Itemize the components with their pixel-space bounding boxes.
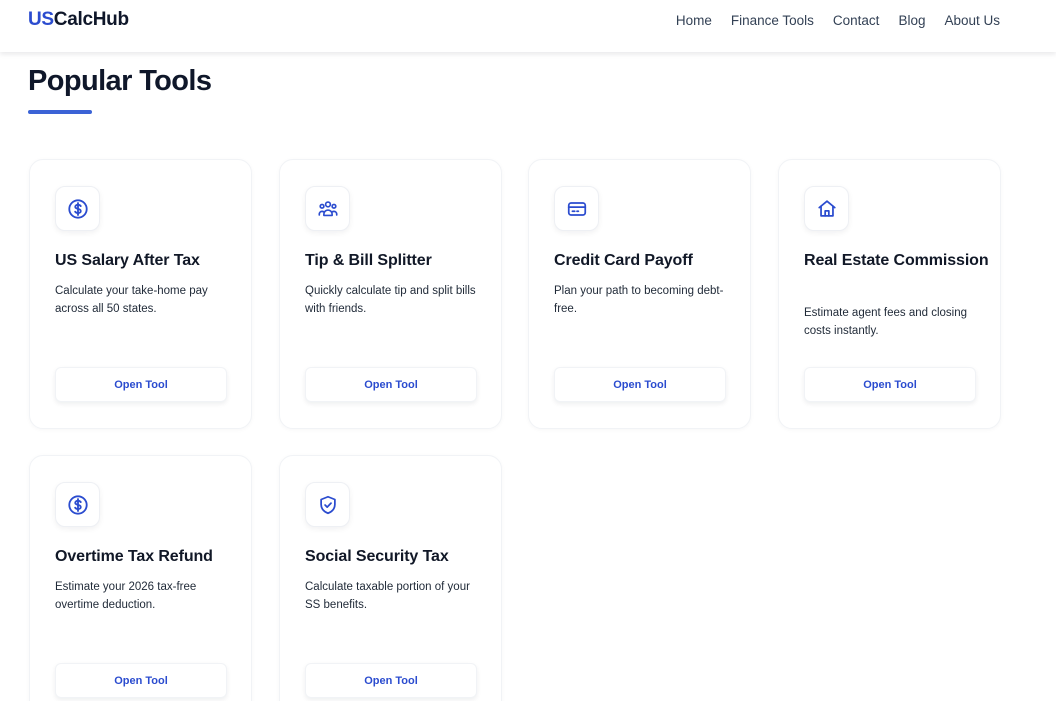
dollar-circle-icon bbox=[55, 482, 100, 527]
tool-title: Tip & Bill Splitter bbox=[305, 252, 432, 269]
open-tool-button[interactable]: Open Tool bbox=[305, 663, 477, 698]
tool-title: Credit Card Payoff bbox=[554, 252, 693, 269]
credit-card-icon bbox=[554, 186, 599, 231]
open-tool-button[interactable]: Open Tool bbox=[55, 367, 227, 402]
shield-check-icon bbox=[305, 482, 350, 527]
nav-blog[interactable]: Blog bbox=[898, 12, 925, 30]
nav-home[interactable]: Home bbox=[676, 12, 712, 30]
tool-card-credit-card-payoff: Credit Card Payoff Plan your path to bec… bbox=[528, 159, 751, 429]
tool-description: Estimate agent fees and closing costs in… bbox=[804, 307, 968, 337]
nav-contact[interactable]: Contact bbox=[833, 12, 880, 30]
logo-prefix: US bbox=[28, 9, 54, 30]
tool-description: Plan your path to becoming debt-free. bbox=[554, 285, 724, 315]
users-icon bbox=[305, 186, 350, 231]
tool-card-real-estate-commission: Real Estate Commission Estimate agent fe… bbox=[778, 159, 1001, 429]
tool-title: US Salary After Tax bbox=[55, 252, 200, 269]
site-logo[interactable]: USCalcHub bbox=[28, 8, 129, 32]
open-tool-button[interactable]: Open Tool bbox=[804, 367, 976, 402]
tool-description: Estimate your 2026 tax-free overtime ded… bbox=[55, 581, 197, 611]
top-navbar: USCalcHub Home Finance Tools Contact Blo… bbox=[0, 0, 1056, 52]
tool-card-salary-after-tax: US Salary After Tax Calculate your take-… bbox=[29, 159, 252, 429]
main-nav: Home Finance Tools Contact Blog About Us bbox=[676, 12, 1000, 30]
tool-title: Real Estate Commission bbox=[804, 252, 989, 269]
title-underline bbox=[28, 110, 92, 114]
nav-about-us[interactable]: About Us bbox=[944, 12, 1000, 30]
dollar-circle-icon bbox=[55, 186, 100, 231]
home-icon bbox=[804, 186, 849, 231]
tool-card-tip-bill-splitter: Tip & Bill Splitter Quickly calculate ti… bbox=[279, 159, 502, 429]
tool-description: Calculate your take-home pay across all … bbox=[55, 285, 208, 315]
section-title: Popular Tools bbox=[28, 65, 212, 97]
tool-card-social-security-tax: Social Security Tax Calculate taxable po… bbox=[279, 455, 502, 701]
tool-title: Overtime Tax Refund bbox=[55, 548, 213, 565]
open-tool-button[interactable]: Open Tool bbox=[305, 367, 477, 402]
open-tool-button[interactable]: Open Tool bbox=[554, 367, 726, 402]
tool-description: Quickly calculate tip and split bills wi… bbox=[305, 285, 476, 315]
tool-title: Social Security Tax bbox=[305, 548, 449, 565]
logo-suffix: CalcHub bbox=[53, 9, 129, 30]
open-tool-button[interactable]: Open Tool bbox=[55, 663, 227, 698]
tool-card-overtime-tax-refund: Overtime Tax Refund Estimate your 2026 t… bbox=[29, 455, 252, 701]
tool-description: Calculate taxable portion of your SS ben… bbox=[305, 581, 470, 611]
nav-finance-tools[interactable]: Finance Tools bbox=[731, 12, 814, 30]
